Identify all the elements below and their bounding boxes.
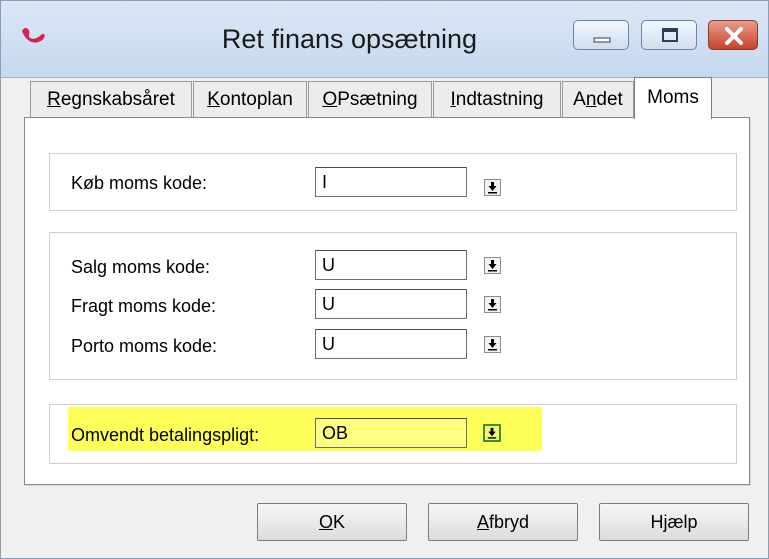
kob-moms-kode-input[interactable]: I xyxy=(315,167,467,197)
porto-moms-kode-label: Porto moms kode: xyxy=(71,336,218,356)
maximize-icon xyxy=(662,28,678,42)
close-button[interactable] xyxy=(708,20,758,50)
fragt-moms-kode-input[interactable]: U xyxy=(315,289,467,319)
tab-label-part: ndtastning xyxy=(455,89,544,110)
fragt-moms-kode-label: Fragt moms kode: xyxy=(71,296,217,316)
salg-moms-kode-label: Salg moms kode: xyxy=(71,257,211,277)
cancel-button[interactable]: Afbryd xyxy=(428,503,578,541)
close-icon xyxy=(725,27,743,45)
arrow-down-icon xyxy=(488,299,497,311)
arrow-down-icon xyxy=(488,339,497,351)
tab-accelerator: K xyxy=(207,89,220,110)
maximize-button[interactable] xyxy=(641,20,697,50)
tab-kontoplan[interactable]: Kontoplan xyxy=(193,81,307,117)
tab-label-part: egnskabsåret xyxy=(60,89,175,110)
tab-regnskabsaret[interactable]: Regnskabsåret xyxy=(30,81,192,117)
window-title: Ret finans opsætning xyxy=(221,24,478,54)
arrow-down-icon xyxy=(487,427,497,439)
kob-moms-kode-label: Køb moms kode: xyxy=(71,173,208,193)
button-accelerator: O xyxy=(318,512,333,532)
tab-moms[interactable]: Moms xyxy=(634,77,712,119)
tab-label-part: ontoplan xyxy=(219,89,293,110)
omvendt-betalingspligt-label: Omvendt betalingspligt: xyxy=(71,425,260,445)
ok-button[interactable]: OK xyxy=(257,503,407,541)
title-bar[interactable]: Ret finans opsætning xyxy=(1,1,768,78)
tab-label-part: Psætning xyxy=(337,89,418,110)
minimize-icon xyxy=(593,37,611,43)
tab-label: Moms xyxy=(647,87,699,108)
button-label-part: ælp xyxy=(667,512,698,532)
porto-moms-kode-input[interactable]: U xyxy=(315,329,467,359)
tab-label-part: A xyxy=(573,89,586,110)
arrow-down-icon xyxy=(488,182,497,194)
button-label-part: K xyxy=(333,512,346,532)
help-button[interactable]: Hjælp xyxy=(599,503,749,541)
button-label-part: H xyxy=(650,512,664,532)
salg-moms-kode-dropdown[interactable] xyxy=(484,257,501,274)
button-label-part: fbryd xyxy=(488,512,530,532)
tab-label-part: det xyxy=(596,89,623,110)
dialog-window: Ret finans opsætning Regnskabsåret Konto… xyxy=(0,0,769,559)
tab-indtastning[interactable]: Indtastning xyxy=(433,81,561,117)
kob-moms-kode-dropdown[interactable] xyxy=(484,179,501,196)
tab-andet[interactable]: Andet xyxy=(562,81,634,117)
arrow-down-icon xyxy=(488,260,497,272)
minimize-button[interactable] xyxy=(573,20,629,50)
salg-moms-kode-input[interactable]: U xyxy=(315,250,467,280)
fragt-moms-kode-dropdown[interactable] xyxy=(484,296,501,313)
tab-accelerator: n xyxy=(585,89,597,110)
omvendt-betalingspligt-input[interactable]: OB xyxy=(315,418,467,448)
omvendt-betalingspligt-dropdown[interactable] xyxy=(483,424,501,442)
button-accelerator: A xyxy=(476,512,489,532)
porto-moms-kode-dropdown[interactable] xyxy=(484,336,501,353)
tab-accelerator: O xyxy=(322,89,338,110)
tab-accelerator: R xyxy=(47,89,61,110)
tab-opsaetning[interactable]: OPsætning xyxy=(308,81,432,117)
